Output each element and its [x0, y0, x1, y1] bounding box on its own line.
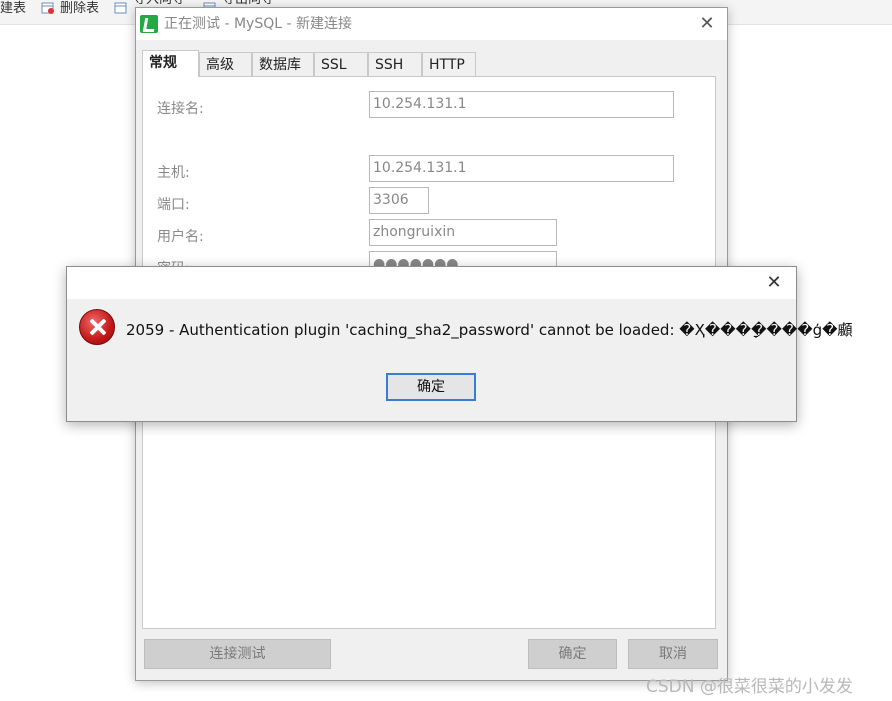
- window-title: 正在测试 - MySQL - 新建连接: [164, 16, 352, 32]
- close-icon[interactable]: ✕: [764, 273, 784, 293]
- error-icon: [79, 309, 115, 345]
- test-connection-button[interactable]: 连接测试: [144, 639, 331, 669]
- error-dialog: ✕ 2059 - Authentication plugin 'caching_…: [66, 266, 853, 422]
- tab-database[interactable]: 数据库: [252, 52, 314, 76]
- tab-http[interactable]: HTTP: [422, 52, 476, 76]
- tab-ssl[interactable]: SSL: [314, 52, 368, 76]
- tab-ssh[interactable]: SSH: [368, 52, 422, 76]
- mysql-connection-icon: [140, 15, 158, 33]
- import-wizard-icon: [114, 2, 127, 14]
- watermark: CSDN @很菜很菜的小发发: [646, 677, 853, 697]
- error-dialog-titlebar: ✕: [67, 267, 796, 299]
- toolbar-new-table[interactable]: 建表: [0, 0, 26, 18]
- port-input[interactable]: 3306: [369, 187, 429, 214]
- username-label: 用户名:: [157, 229, 204, 245]
- close-icon[interactable]: ✕: [697, 14, 717, 34]
- toolbar-delete-table[interactable]: 删除表: [60, 0, 99, 18]
- username-input[interactable]: zhongruixin: [369, 219, 557, 246]
- error-message: 2059 - Authentication plugin 'caching_sh…: [126, 321, 853, 339]
- window-titlebar: 正在测试 - MySQL - 新建连接 ✕: [136, 8, 727, 40]
- port-label: 端口:: [157, 197, 190, 213]
- cancel-button[interactable]: 取消: [628, 639, 718, 669]
- delete-table-icon: [41, 2, 54, 14]
- tab-advanced[interactable]: 高级: [199, 52, 252, 76]
- connection-name-input[interactable]: 10.254.131.1: [369, 91, 674, 118]
- error-ok-button[interactable]: 确定: [386, 373, 476, 401]
- host-input[interactable]: 10.254.131.1: [369, 155, 674, 182]
- tab-general[interactable]: 常规: [142, 50, 199, 77]
- ok-button[interactable]: 确定: [528, 639, 617, 669]
- connection-name-label: 连接名:: [157, 101, 204, 117]
- host-label: 主机:: [157, 165, 190, 181]
